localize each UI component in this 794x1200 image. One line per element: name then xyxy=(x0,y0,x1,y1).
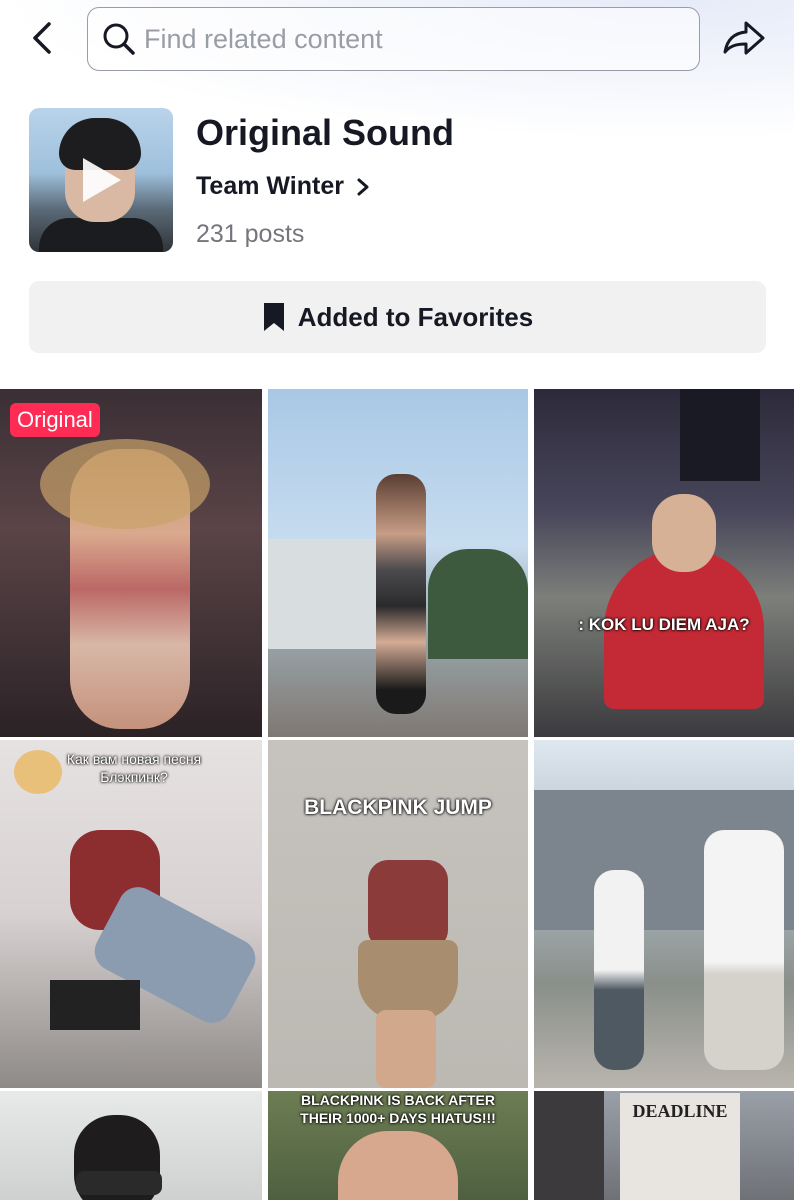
video-tile[interactable]: DEADLINE xyxy=(534,1091,794,1200)
author-name: Team Winter xyxy=(196,172,344,200)
video-grid: Original : KOK LU DIEM AJA? Как вам нова… xyxy=(0,389,794,1200)
sound-title: Original Sound xyxy=(196,112,454,153)
cover-figure-shirt xyxy=(39,218,163,252)
video-tile[interactable] xyxy=(534,740,794,1088)
video-caption: Как вам новая песня Блэкпинк? xyxy=(66,751,202,785)
video-tile[interactable]: BLACKPINK IS BACK AFTER THEIR 1000+ DAYS… xyxy=(268,1091,528,1200)
search-bar[interactable] xyxy=(87,7,700,71)
video-tile[interactable]: Как вам новая песня Блэкпинк? xyxy=(0,740,262,1088)
video-thumbnail xyxy=(534,1091,604,1200)
video-thumbnail xyxy=(704,830,784,1070)
video-thumbnail xyxy=(268,539,378,649)
bookmark-icon xyxy=(262,302,286,332)
chevron-right-icon xyxy=(356,177,370,197)
video-thumbnail xyxy=(368,860,448,950)
video-thumbnail xyxy=(358,940,458,1020)
favorites-label: Added to Favorites xyxy=(297,301,534,332)
video-thumbnail xyxy=(652,494,716,572)
top-bar xyxy=(0,0,794,80)
sound-cover[interactable] xyxy=(29,108,173,252)
share-button[interactable] xyxy=(720,18,768,62)
search-input[interactable] xyxy=(144,23,664,55)
video-thumbnail xyxy=(76,1171,162,1195)
sound-author-link[interactable]: Team Winter xyxy=(196,172,370,201)
video-thumbnail xyxy=(376,1010,436,1088)
favorites-button[interactable]: Added to Favorites xyxy=(29,281,766,353)
post-count: 231 posts xyxy=(196,220,305,248)
search-icon xyxy=(102,22,136,56)
video-caption: BLACKPINK IS BACK AFTER THEIR 1000+ DAYS… xyxy=(300,1092,496,1126)
sound-header: Original Sound Team Winter 231 posts xyxy=(0,100,794,270)
video-thumbnail xyxy=(50,980,140,1030)
video-tile[interactable] xyxy=(0,1091,262,1200)
back-button[interactable] xyxy=(22,20,62,60)
back-icon xyxy=(30,20,54,61)
play-icon xyxy=(83,158,121,202)
video-thumbnail xyxy=(376,474,426,714)
video-thumbnail xyxy=(40,439,210,529)
video-thumbnail xyxy=(338,1131,458,1200)
video-tile[interactable]: BLACKPINK JUMP xyxy=(268,740,528,1088)
share-icon xyxy=(722,20,766,61)
video-tile[interactable]: : KOK LU DIEM AJA? xyxy=(534,389,794,737)
video-caption: DEADLINE xyxy=(632,1101,728,1121)
video-thumbnail xyxy=(680,389,760,481)
video-tile[interactable] xyxy=(268,389,528,737)
video-tile[interactable]: Original xyxy=(0,389,262,737)
video-caption: BLACKPINK JUMP xyxy=(304,796,492,819)
original-badge: Original xyxy=(10,403,100,437)
video-thumbnail xyxy=(594,870,644,1070)
video-caption: : KOK LU DIEM AJA? xyxy=(578,615,750,634)
video-thumbnail xyxy=(428,549,528,659)
